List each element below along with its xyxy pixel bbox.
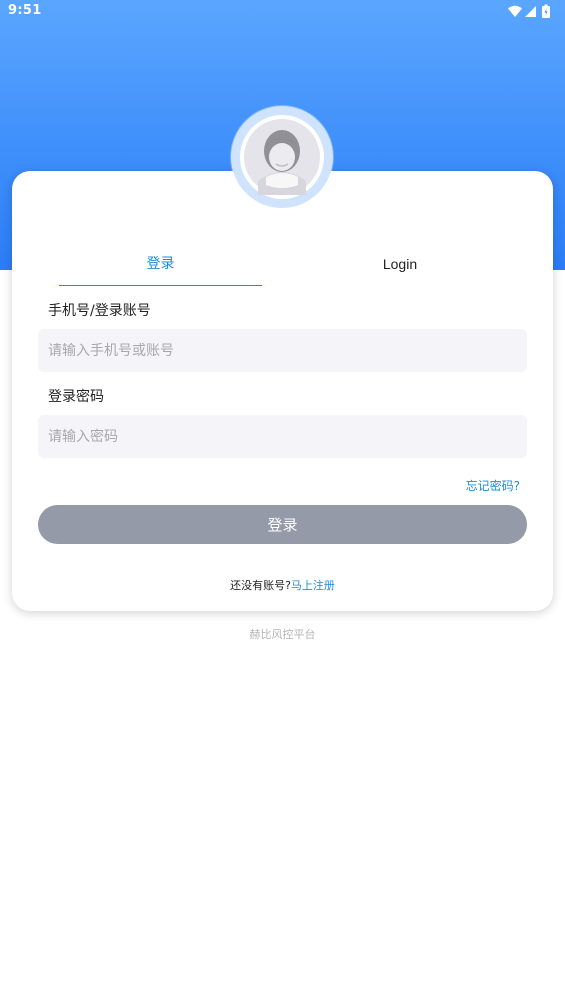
wifi-icon — [508, 5, 522, 17]
register-row: 还没有账号?马上注册 — [0, 577, 565, 593]
status-time: 9:51 — [8, 3, 42, 18]
account-input[interactable] — [38, 329, 527, 372]
tab-login[interactable]: 登录 — [59, 246, 262, 286]
avatar-frame — [240, 115, 324, 199]
password-label: 登录密码 — [48, 389, 104, 405]
footer-platform-name: 赫比风控平台 — [249, 628, 316, 641]
status-icons — [507, 4, 553, 20]
register-link[interactable]: 马上注册 — [291, 579, 335, 592]
account-label: 手机号/登录账号 — [48, 303, 151, 319]
register-prompt: 还没有账号? — [230, 579, 291, 592]
password-input[interactable] — [38, 415, 527, 458]
signal-icon — [525, 6, 536, 17]
status-bar: 9:51 — [0, 0, 565, 24]
active-tab-indicator — [59, 285, 262, 286]
tab-login-english[interactable]: Login — [297, 246, 503, 286]
login-screen: 9:51 登录 Login 手机号/登录账号 请输入手机号或账号 登录密码 忘记… — [0, 0, 565, 1004]
battery-icon — [542, 4, 550, 18]
avatar — [231, 106, 333, 208]
login-button[interactable]: 登录 — [38, 505, 527, 544]
user-avatar-icon — [244, 119, 320, 195]
forgot-password-link[interactable]: 忘记密码? — [466, 477, 520, 494]
